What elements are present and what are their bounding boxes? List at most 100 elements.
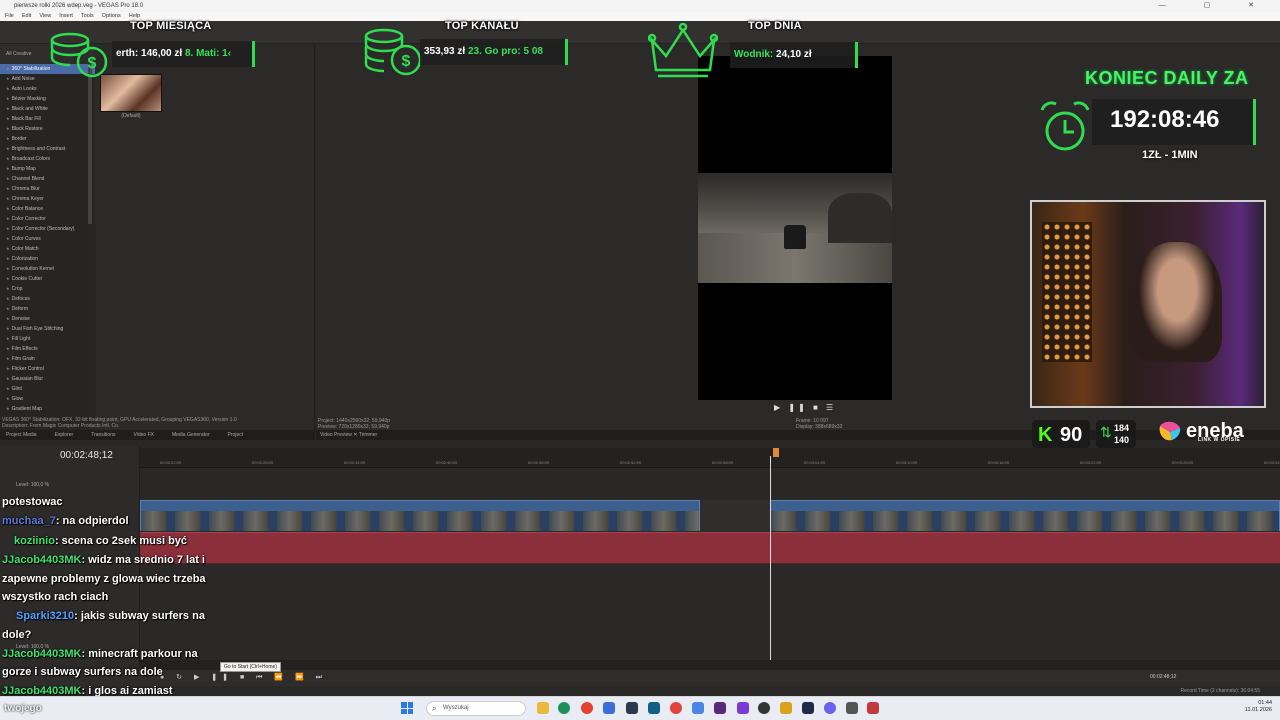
fx-item[interactable]: Chroma Blur xyxy=(0,184,95,194)
coins-icon-2: $ xyxy=(364,28,422,76)
menu-tools[interactable]: Tools xyxy=(80,12,95,21)
menu-view[interactable]: View xyxy=(38,12,52,21)
fx-item[interactable]: Glow xyxy=(0,394,95,404)
fx-item[interactable]: Denoise xyxy=(0,314,95,324)
file-explorer-icon[interactable] xyxy=(537,702,549,714)
app-icon-9[interactable] xyxy=(846,702,858,714)
app-icon-3[interactable] xyxy=(648,702,660,714)
arrows-icon: ⇅ xyxy=(1100,424,1112,440)
fx-item[interactable]: Gaussian Blur xyxy=(0,374,95,384)
video-track[interactable] xyxy=(140,500,1280,531)
top-day-bar: Wodnik: 24,10 zł xyxy=(730,42,858,68)
app-icon-8[interactable] xyxy=(802,702,814,714)
top-channel-bar: 353,93 zł 23. Go pro: 5 08 xyxy=(420,39,568,65)
tab-project[interactable]: Project xyxy=(228,430,244,440)
fx-item[interactable]: Color Corrector xyxy=(0,214,95,224)
fx-item[interactable]: Cookie Cutter xyxy=(0,274,95,284)
fx-item[interactable]: Color Match xyxy=(0,244,95,254)
kick-icon: K xyxy=(1038,424,1053,446)
app-icon-4[interactable] xyxy=(692,702,704,714)
discord-icon[interactable] xyxy=(824,702,836,714)
preset-thumbnail[interactable] xyxy=(100,74,162,112)
fx-item[interactable]: Channel Blend xyxy=(0,174,95,184)
fx-item[interactable]: Bézier Masking xyxy=(0,94,95,104)
timeline-scrollbar[interactable] xyxy=(140,660,1280,670)
vegas-window: pierwsze rolki 2026 wdep.veg - VEGAS Pro… xyxy=(0,0,1280,720)
app-icon-2[interactable] xyxy=(626,702,638,714)
app-icon-1[interactable] xyxy=(603,702,615,714)
fx-item[interactable]: Convolution Kernel xyxy=(0,264,95,274)
timeline-ruler[interactable]: 00:02:22;09 00:02:28;09 00:02:34;09 00:02:4… xyxy=(140,448,1280,468)
top-month-bar: erth: 146,00 zł 8. Mati: 1‹ xyxy=(112,41,255,67)
fx-item[interactable]: Colorization xyxy=(0,254,95,264)
app-icon-7[interactable] xyxy=(780,702,792,714)
video-clip-2[interactable] xyxy=(770,500,1280,531)
taskbar-search[interactable]: Wyszukaj xyxy=(426,701,526,716)
generated-media-track[interactable] xyxy=(140,532,1280,564)
fx-item[interactable]: Gradient Map xyxy=(0,404,95,414)
tab-video-fx[interactable]: Video FX xyxy=(133,430,153,440)
empty-track-area[interactable] xyxy=(140,564,1280,660)
fx-item[interactable]: Color Curves xyxy=(0,234,95,244)
scene-car xyxy=(784,225,806,249)
fx-item[interactable]: Auto Looks xyxy=(0,84,95,94)
clock-date: 11.01.2026 xyxy=(1244,707,1272,713)
track1-level[interactable]: Level: 100,0 % xyxy=(16,482,49,488)
playhead-marker[interactable] xyxy=(773,448,779,457)
fx-item[interactable]: Bump Map xyxy=(0,164,95,174)
transport-buttons[interactable]: ● ↻ ▶ ❚❚ ■ ⏮ ⏪ ⏩ ⏭ xyxy=(160,673,327,682)
chat-line-4: JJacob4403MK: widz ma srednio 7 lat i xyxy=(2,551,205,569)
tab-explorer[interactable]: Explorer xyxy=(55,430,74,440)
opera-icon[interactable] xyxy=(670,702,682,714)
app-icon-6[interactable] xyxy=(737,702,749,714)
tab-project-media[interactable]: Project Media xyxy=(6,430,37,440)
chat-text: : scena co 2sek musi być xyxy=(54,535,188,547)
fx-item[interactable]: Crop xyxy=(0,284,95,294)
fx-item[interactable]: Black and White xyxy=(0,104,95,114)
fx-item[interactable]: Border xyxy=(0,134,95,144)
chat-text: : widz ma srednio 7 lat i xyxy=(81,554,205,566)
fx-item[interactable]: Film Grain xyxy=(0,354,95,364)
window-controls[interactable]: — ▢ ✕ xyxy=(1159,0,1272,12)
ruler-tick: 00:03:22;09 xyxy=(1080,460,1102,465)
fx-item[interactable]: Color Balance xyxy=(0,204,95,214)
fx-item[interactable]: Flicker Control xyxy=(0,364,95,374)
menu-file[interactable]: File xyxy=(4,12,15,21)
fx-item[interactable]: Black Bar Fill xyxy=(0,114,95,124)
webcam-tree xyxy=(1042,222,1092,362)
app-icon-5[interactable] xyxy=(714,702,726,714)
fx-item[interactable]: Black Restore xyxy=(0,124,95,134)
menu-options[interactable]: Options xyxy=(101,12,122,21)
menu-insert[interactable]: Insert xyxy=(58,12,74,21)
chrome-icon[interactable] xyxy=(581,702,593,714)
obs-icon[interactable] xyxy=(758,702,770,714)
frame-info: Frame: 10 097 Display: 388x689x32 xyxy=(796,418,842,430)
fx-item[interactable]: Dual Fish Eye Stitching xyxy=(0,324,95,334)
fx-item[interactable]: Chroma Keyer xyxy=(0,194,95,204)
fx-item[interactable]: Color Corrector (Secondary) xyxy=(0,224,95,234)
title-bar: pierwsze rolki 2026 wdep.veg - VEGAS Pro… xyxy=(0,0,1280,12)
preview-transport[interactable]: ▶ ❚❚ ■ ☰ xyxy=(774,403,836,412)
start-button-icon[interactable] xyxy=(401,702,413,714)
taskbar-clock[interactable]: 01:44 11.01.2026 xyxy=(1228,700,1272,714)
fx-item[interactable]: Fill Light xyxy=(0,334,95,344)
stat-top: 184 xyxy=(1114,423,1130,433)
menu-edit[interactable]: Edit xyxy=(21,12,32,21)
chat-line-5: zapewne problemy z glowa wiec trzeba xyxy=(2,570,206,588)
vegas-icon[interactable] xyxy=(867,702,879,714)
fx-item[interactable]: Broadcast Colors xyxy=(0,154,95,164)
video-clip-1[interactable] xyxy=(140,500,700,531)
edge-icon[interactable] xyxy=(558,702,570,714)
ruler-tick: 00:03:28;09 xyxy=(1172,460,1194,465)
fx-item[interactable]: Deform xyxy=(0,304,95,314)
tab-transitions[interactable]: Transitions xyxy=(91,430,115,440)
fx-item[interactable]: Glint xyxy=(0,384,95,394)
playhead-line[interactable] xyxy=(770,456,771,660)
tab-media-generator[interactable]: Media Generator xyxy=(172,430,210,440)
fx-item[interactable]: Brightness and Contrast xyxy=(0,144,95,154)
top-day-amount: 24,10 zł xyxy=(776,49,812,60)
fx-item[interactable]: Film Effects xyxy=(0,344,95,354)
fx-item[interactable]: Defocus xyxy=(0,294,95,304)
fx-list-scrollbar[interactable] xyxy=(88,64,92,224)
top-channel-second: 23. Go pro: 5 08 xyxy=(467,46,543,57)
